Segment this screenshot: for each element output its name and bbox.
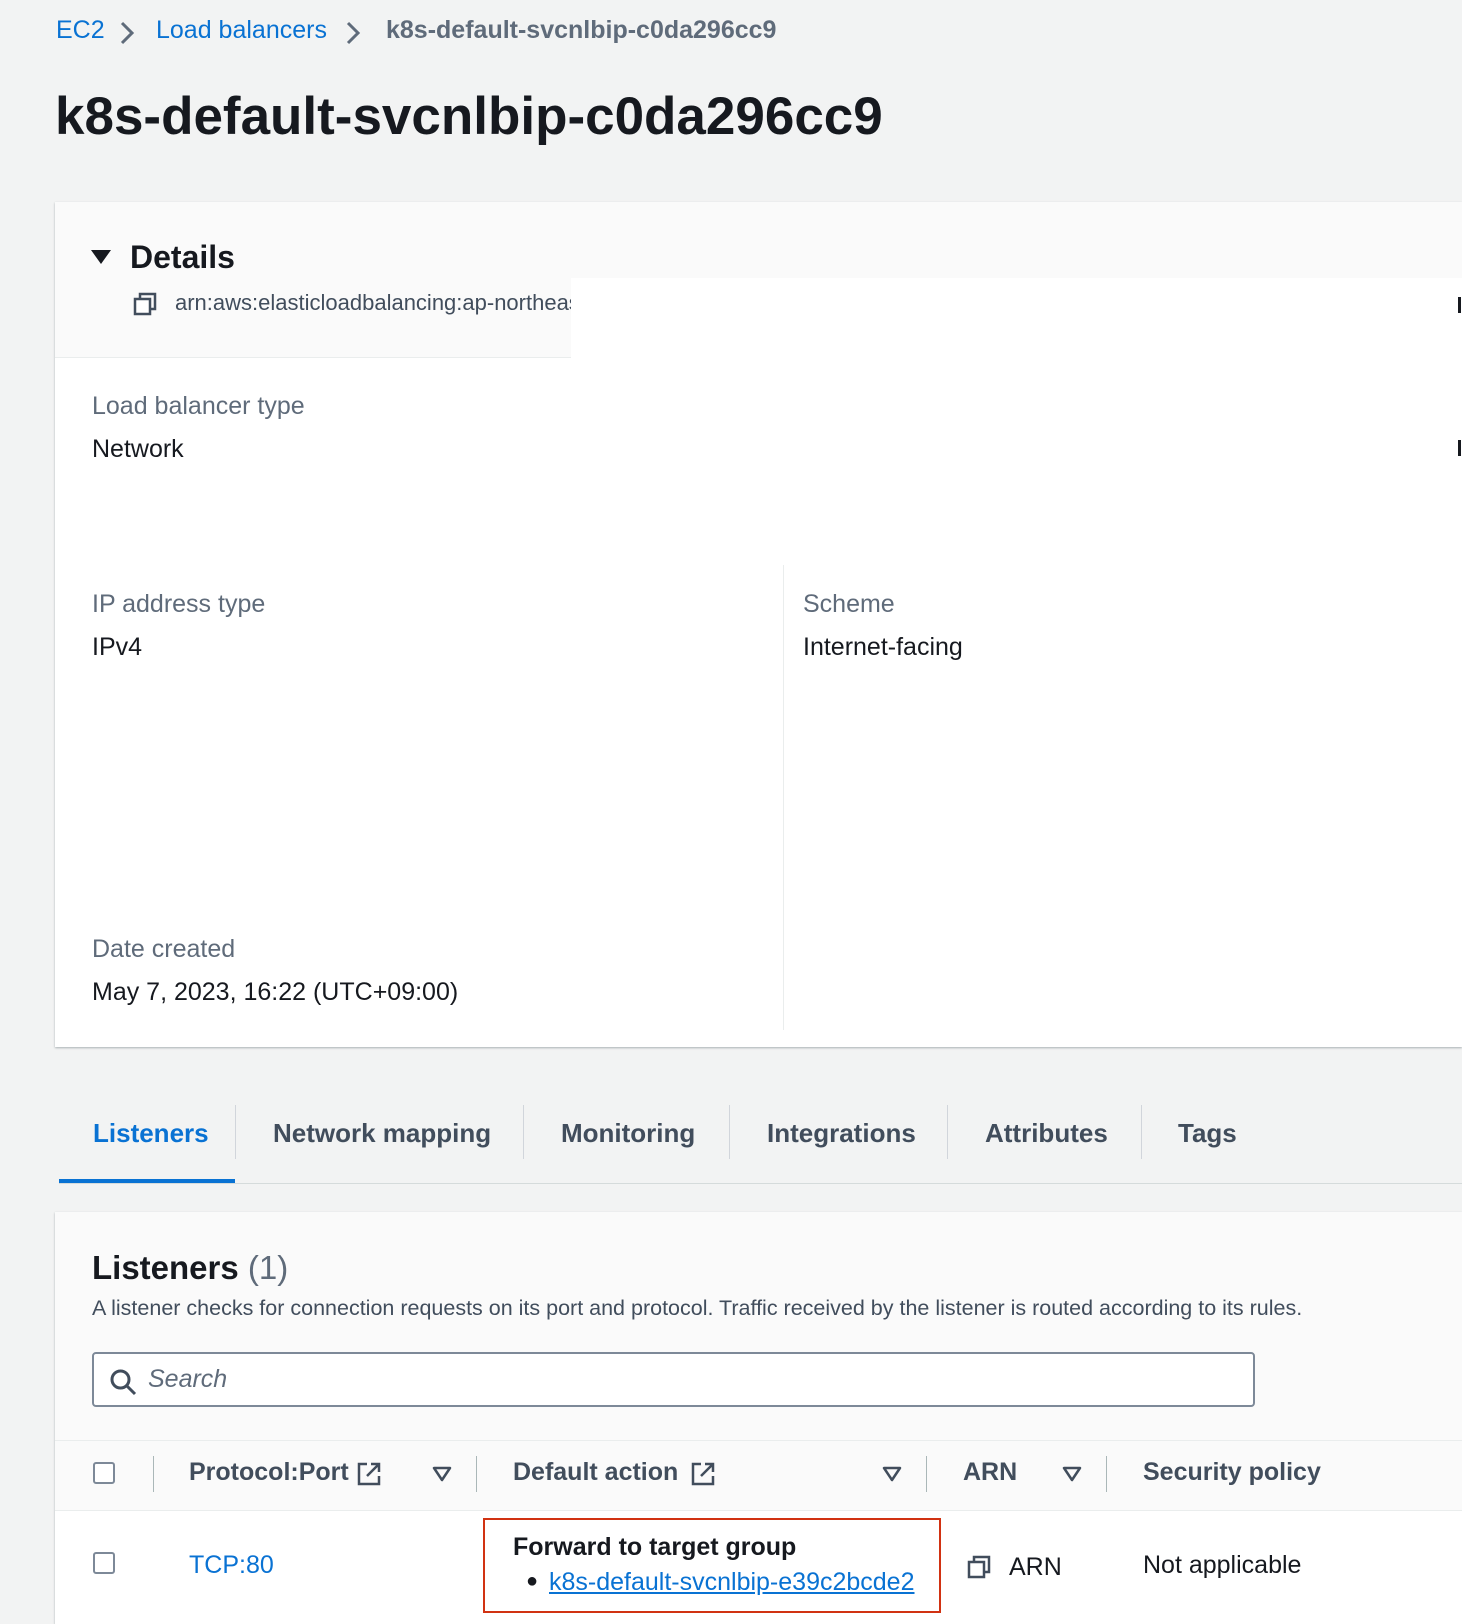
tab-separator — [1141, 1105, 1142, 1159]
listeners-count: (1) — [247, 1249, 289, 1286]
scheme-value: Internet-facing — [803, 633, 963, 661]
sort-down-icon[interactable] — [1062, 1466, 1082, 1482]
breadcrumb-ec2[interactable]: EC2 — [56, 16, 105, 45]
ip-type-value: IPv4 — [92, 633, 143, 661]
edge-mark — [1458, 440, 1461, 456]
breadcrumb-load-balancers[interactable]: Load balancers — [156, 16, 327, 45]
column-separator — [1106, 1456, 1107, 1492]
tab-separator — [235, 1105, 236, 1159]
protocol-port-link[interactable]: TCP:80 — [189, 1551, 274, 1580]
copy-icon[interactable] — [966, 1554, 992, 1580]
arn-value: arn:aws:elasticloadbalancing:ap-northeas… — [175, 290, 571, 315]
tab-listeners[interactable]: Listeners — [93, 1118, 209, 1149]
sort-down-icon[interactable] — [432, 1466, 452, 1482]
caret-down-icon[interactable] — [90, 248, 112, 266]
tab-monitoring[interactable]: Monitoring — [561, 1118, 695, 1149]
tab-separator — [523, 1105, 524, 1159]
select-all-checkbox[interactable] — [93, 1462, 115, 1484]
column-divider — [783, 565, 784, 1030]
tabs-baseline — [59, 1183, 1462, 1184]
breadcrumb-current: k8s-default-svcnlbip-c0da296cc9 — [386, 16, 777, 44]
search-icon — [110, 1369, 137, 1396]
tab-tags[interactable]: Tags — [1178, 1118, 1237, 1149]
tab-network-mapping[interactable]: Network mapping — [273, 1118, 491, 1149]
lb-type-label: Load balancer type — [92, 392, 305, 420]
edge-mark — [1458, 297, 1461, 313]
listeners-title-text: Listeners — [92, 1249, 239, 1286]
security-policy-value: Not applicable — [1143, 1551, 1302, 1579]
listeners-title: Listeners (1) — [92, 1249, 288, 1287]
column-header-arn[interactable]: ARN — [963, 1458, 1017, 1487]
details-title[interactable]: Details — [130, 239, 235, 276]
column-separator — [153, 1456, 154, 1492]
column-separator — [926, 1456, 927, 1492]
column-header-default-action[interactable]: Default action — [513, 1458, 678, 1487]
date-created-value: May 7, 2023, 16:22 (UTC+09:00) — [92, 978, 459, 1006]
listeners-description: A listener checks for connection request… — [92, 1296, 1303, 1320]
copy-icon[interactable] — [132, 291, 158, 317]
chevron-right-icon — [120, 21, 135, 45]
redacted-area — [571, 278, 1462, 358]
target-group-link[interactable]: k8s-default-svcnlbip-e39c2bcde2 — [549, 1568, 926, 1597]
page-title: k8s-default-svcnlbip-c0da296cc9 — [55, 87, 883, 146]
tab-attributes[interactable]: Attributes — [985, 1118, 1108, 1149]
column-header-protocol-port[interactable]: Protocol:Port — [189, 1458, 349, 1487]
tab-separator — [947, 1105, 948, 1159]
ip-type-label: IP address type — [92, 590, 266, 618]
sort-down-icon[interactable] — [882, 1466, 902, 1482]
bullet: ● — [526, 1570, 539, 1592]
arn-copy-label[interactable]: ARN — [1009, 1553, 1062, 1582]
column-header-security-policy[interactable]: Security policy — [1143, 1458, 1321, 1487]
row-checkbox[interactable] — [93, 1552, 115, 1574]
column-separator — [476, 1456, 477, 1492]
default-action-title: Forward to target group — [513, 1533, 797, 1561]
lb-type-value: Network — [92, 435, 184, 463]
external-link-icon[interactable] — [690, 1461, 716, 1487]
external-link-icon[interactable] — [356, 1461, 382, 1487]
search-input[interactable] — [148, 1357, 1238, 1401]
active-tab-indicator — [59, 1179, 235, 1183]
tab-separator — [729, 1105, 730, 1159]
date-created-label: Date created — [92, 935, 236, 963]
chevron-right-icon — [346, 21, 361, 45]
tab-integrations[interactable]: Integrations — [767, 1118, 916, 1149]
scheme-label: Scheme — [803, 590, 895, 618]
